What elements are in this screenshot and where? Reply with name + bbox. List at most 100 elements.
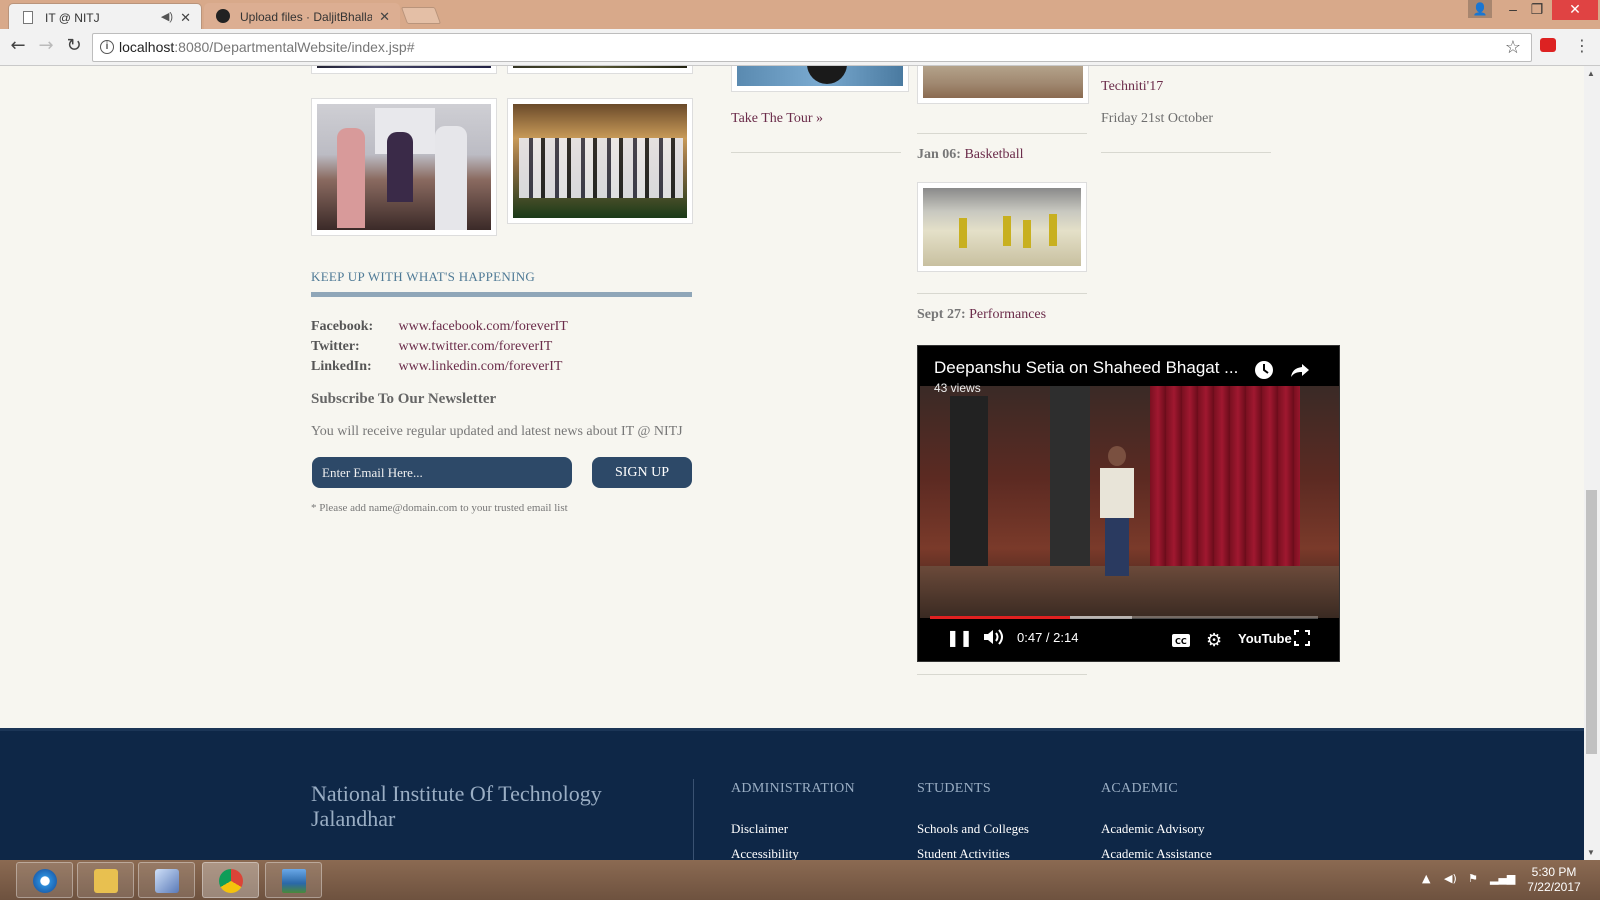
system-clock[interactable]: 5:30 PM 7/22/2017 xyxy=(1518,865,1590,895)
upcoming-event-title[interactable]: Techniti'17 xyxy=(1101,79,1163,95)
youtube-logo-icon[interactable]: YouTube xyxy=(1238,631,1292,646)
github-icon xyxy=(216,9,230,23)
event-basketball[interactable]: Jan 06: Basketball xyxy=(917,147,1024,163)
taskbar-app[interactable] xyxy=(138,862,195,898)
volume-icon[interactable] xyxy=(982,628,1004,650)
social-row-linkedin: LinkedIn: www.linkedin.com/foreverIT xyxy=(311,359,562,375)
taskbar-internet-explorer[interactable] xyxy=(16,862,73,898)
page-scrollbar[interactable]: ▲ ▼ xyxy=(1584,66,1600,860)
address-bar-row: ← → ↻ i localhost:8080/DepartmentalWebsi… xyxy=(0,29,1600,66)
footer-divider xyxy=(693,779,694,860)
speaker-icon[interactable]: ◀) xyxy=(161,10,173,23)
page-content: KEEP UP WITH WHAT'S HAPPENING Facebook: … xyxy=(0,66,1584,860)
info-icon[interactable]: i xyxy=(100,40,114,54)
event-title[interactable]: Basketball xyxy=(964,147,1023,162)
social-label: LinkedIn: xyxy=(311,359,372,374)
twitter-link[interactable]: www.twitter.com/foreverIT xyxy=(399,339,553,354)
section-underline xyxy=(311,292,692,297)
divider xyxy=(1101,152,1271,153)
gallery-photo-award[interactable] xyxy=(311,98,497,236)
video-time: 0:47 / 2:14 xyxy=(1017,630,1079,645)
footer-heading-students: STUDENTS xyxy=(917,781,991,796)
new-tab-button[interactable] xyxy=(400,7,442,24)
linkedin-link[interactable]: www.linkedin.com/foreverIT xyxy=(399,359,563,374)
youtube-video-player[interactable]: Deepanshu Setia on Shaheed Bhagat ... 43… xyxy=(917,345,1340,662)
footer-institute-name: National Institute Of Technology Jalandh… xyxy=(311,781,602,831)
show-hidden-icons[interactable]: ▲ xyxy=(1422,872,1430,885)
watch-later-icon[interactable] xyxy=(1254,360,1274,380)
tab-upload-files[interactable]: Upload files · DaljitBhalla ✕ xyxy=(204,3,400,30)
video-scene xyxy=(950,396,988,576)
tab-title: Upload files · DaljitBhalla xyxy=(240,10,372,24)
social-label: Facebook: xyxy=(311,319,374,334)
chrome-icon xyxy=(219,869,243,893)
network-icon[interactable]: ▂▄▆ xyxy=(1490,872,1515,885)
facebook-link[interactable]: www.facebook.com/foreverIT xyxy=(399,319,568,334)
video-scene xyxy=(1050,386,1090,586)
close-window-button[interactable]: ✕ xyxy=(1552,0,1598,20)
captions-icon[interactable]: CC xyxy=(1172,632,1190,651)
site-footer: National Institute Of Technology Jalandh… xyxy=(0,728,1584,860)
share-icon[interactable] xyxy=(1290,360,1310,380)
take-tour-link[interactable]: Take The Tour » xyxy=(731,111,823,127)
gallery-photo[interactable] xyxy=(311,66,497,74)
event-photo[interactable] xyxy=(917,66,1089,104)
event-title[interactable]: Performances xyxy=(969,307,1046,322)
action-center-flag-icon[interactable]: ⚑ xyxy=(1468,872,1478,885)
newsletter-heading: Subscribe To Our Newsletter xyxy=(311,391,497,407)
image-viewer-icon xyxy=(282,869,306,893)
taskbar-photos[interactable] xyxy=(265,862,322,898)
close-tab-icon[interactable]: ✕ xyxy=(180,10,191,26)
volume-tray-icon[interactable]: ◀) xyxy=(1444,872,1457,885)
video-frame[interactable] xyxy=(920,386,1339,618)
url-host: localhost xyxy=(119,39,175,55)
clock-time: 5:30 PM xyxy=(1531,865,1577,879)
social-label: Twitter: xyxy=(311,339,360,354)
video-title[interactable]: Deepanshu Setia on Shaheed Bhagat ... xyxy=(934,358,1238,378)
menu-icon[interactable]: ⋮ xyxy=(1574,36,1590,55)
folder-icon xyxy=(94,869,118,893)
footer-link-academic-advisory[interactable]: Academic Advisory xyxy=(1101,821,1205,837)
url-path: :8080/DepartmentalWebsite/index.jsp# xyxy=(174,39,415,55)
footer-link-schools[interactable]: Schools and Colleges xyxy=(917,821,1029,837)
tour-photo[interactable] xyxy=(731,66,909,92)
scroll-up-icon[interactable]: ▲ xyxy=(1587,69,1595,78)
video-performer xyxy=(1100,446,1134,576)
extension-icon[interactable] xyxy=(1540,38,1556,52)
gallery-photo[interactable] xyxy=(507,66,693,74)
basketball-photo[interactable] xyxy=(917,182,1087,272)
video-views: 43 views xyxy=(934,381,981,395)
pause-icon[interactable]: ❚❚ xyxy=(946,628,973,647)
back-icon[interactable]: ← xyxy=(6,35,30,59)
svg-text:CC: CC xyxy=(1175,637,1187,646)
gallery-photo-group[interactable] xyxy=(507,98,693,224)
footer-link-academic-assistance[interactable]: Academic Assistance xyxy=(1101,846,1212,860)
footer-link-student-activities[interactable]: Student Activities xyxy=(917,846,1010,860)
signup-button[interactable]: SIGN UP xyxy=(592,457,692,488)
scrollbar-thumb[interactable] xyxy=(1586,490,1597,754)
tab-it-nitj[interactable]: IT @ NITJ ◀) ✕ xyxy=(8,3,202,30)
taskbar-chrome[interactable] xyxy=(202,862,259,898)
fullscreen-icon[interactable] xyxy=(1294,630,1310,650)
social-row-facebook: Facebook: www.facebook.com/foreverIT xyxy=(311,319,568,335)
bookmark-star-icon[interactable]: ☆ xyxy=(1505,37,1521,58)
restore-button[interactable]: ❐ xyxy=(1520,0,1554,20)
event-date: Jan 06: xyxy=(917,147,961,162)
reload-icon[interactable]: ↻ xyxy=(62,35,86,59)
event-performances[interactable]: Sept 27: Performances xyxy=(917,307,1046,323)
taskbar-file-explorer[interactable] xyxy=(77,862,134,898)
url-input[interactable]: i localhost:8080/DepartmentalWebsite/ind… xyxy=(92,33,1532,62)
clock-date: 7/22/2017 xyxy=(1527,880,1581,894)
footer-link-disclaimer[interactable]: Disclaimer xyxy=(731,821,788,837)
settings-gear-icon[interactable]: ⚙ xyxy=(1206,630,1222,651)
email-field[interactable] xyxy=(312,457,572,488)
video-progress-bar[interactable] xyxy=(930,616,1318,619)
footer-link-accessibility[interactable]: Accessibility xyxy=(731,846,799,860)
footer-heading-administration: ADMINISTRATION xyxy=(731,781,855,796)
user-profile-icon[interactable]: 👤 xyxy=(1468,0,1492,18)
section-title: KEEP UP WITH WHAT'S HAPPENING xyxy=(311,269,536,284)
divider xyxy=(731,152,901,153)
scroll-down-icon[interactable]: ▼ xyxy=(1587,848,1595,857)
close-tab-icon[interactable]: ✕ xyxy=(379,9,390,25)
forward-icon[interactable]: → xyxy=(34,35,58,59)
